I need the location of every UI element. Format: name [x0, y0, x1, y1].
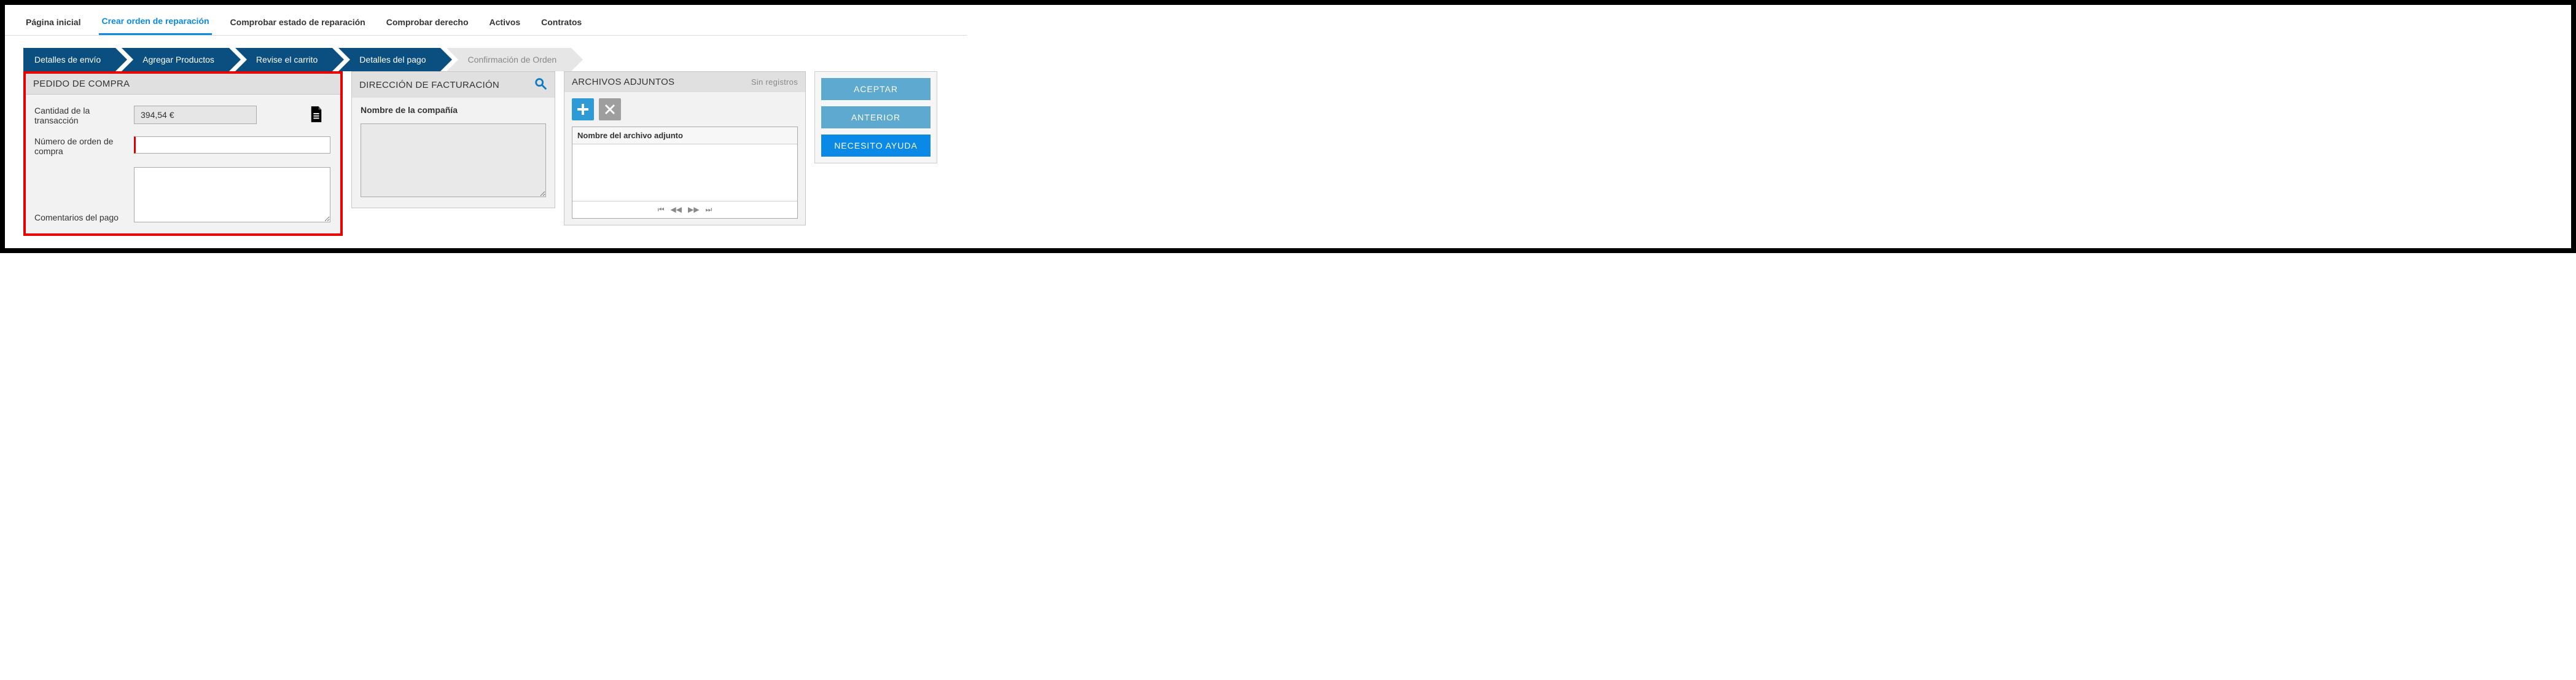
top-nav: Página inicial Crear orden de reparación… [5, 5, 967, 36]
tab-home[interactable]: Página inicial [23, 12, 83, 34]
main-content: PEDIDO DE COMPRA Cantidad de la transacc… [5, 71, 967, 248]
add-attachment-button[interactable] [572, 98, 594, 120]
attachments-title: ARCHIVOS ADJUNTOS [572, 77, 674, 87]
payment-comments-textarea[interactable] [134, 167, 330, 222]
pager-first-icon[interactable]: ⏮ [658, 205, 665, 214]
help-button[interactable]: NECESITO AYUDA [821, 135, 931, 157]
transaction-amount-label: Cantidad de la transacción [34, 106, 127, 125]
transaction-amount-value: 394,54 € [134, 106, 257, 124]
pager-next-icon[interactable]: ▶▶ [688, 205, 699, 214]
step-add-products[interactable]: Agregar Productos [122, 48, 229, 71]
tab-check-repair-status[interactable]: Comprobar estado de reparación [228, 12, 368, 34]
po-number-label: Número de orden de compra [34, 136, 127, 156]
payment-comments-label: Comentarios del pago [34, 213, 127, 222]
pager-prev-icon[interactable]: ◀◀ [671, 205, 682, 214]
action-buttons-panel: ACEPTAR ANTERIOR NECESITO AYUDA [814, 71, 937, 163]
step-order-confirmation: Confirmación de Orden [447, 48, 571, 71]
step-payment-details[interactable]: Detalles del pago [338, 48, 440, 71]
company-name-textarea[interactable] [361, 123, 546, 197]
tab-check-right[interactable]: Comprobar derecho [384, 12, 471, 34]
step-shipping-details[interactable]: Detalles de envío [23, 48, 115, 71]
attachments-pager: ⏮ ◀◀ ▶▶ ⏭ [572, 201, 797, 218]
purchase-order-panel: PEDIDO DE COMPRA Cantidad de la transacc… [23, 71, 343, 236]
po-number-input[interactable] [134, 136, 330, 154]
attachments-panel: ARCHIVOS ADJUNTOS Sin registros Nombre d… [564, 71, 806, 225]
tab-assets[interactable]: Activos [487, 12, 523, 34]
delete-attachment-button[interactable] [599, 98, 621, 120]
accept-button[interactable]: ACEPTAR [821, 78, 931, 100]
attachments-list-header: Nombre del archivo adjunto [572, 127, 797, 144]
step-review-cart[interactable]: Revise el carrito [235, 48, 332, 71]
billing-title: DIRECCIÓN DE FACTURACIÓN [359, 80, 499, 90]
search-icon[interactable] [534, 77, 547, 93]
pager-last-icon[interactable]: ⏭ [705, 205, 712, 214]
tab-create-repair-order[interactable]: Crear orden de reparación [99, 11, 211, 35]
billing-address-panel: DIRECCIÓN DE FACTURACIÓN Nombre de la co… [351, 71, 555, 208]
company-name-label: Nombre de la compañía [361, 105, 546, 115]
tab-contracts[interactable]: Contratos [539, 12, 584, 34]
attachments-list-body [572, 144, 797, 201]
document-icon[interactable] [310, 106, 332, 125]
attachments-empty-text: Sin registros [751, 77, 798, 87]
wizard-steps: Detalles de envío Agregar Productos Revi… [5, 36, 967, 71]
attachments-list: Nombre del archivo adjunto ⏮ ◀◀ ▶▶ ⏭ [572, 127, 798, 219]
close-icon [605, 104, 615, 114]
purchase-order-title: PEDIDO DE COMPRA [26, 74, 340, 95]
previous-button[interactable]: ANTERIOR [821, 106, 931, 128]
plus-icon [577, 104, 588, 115]
